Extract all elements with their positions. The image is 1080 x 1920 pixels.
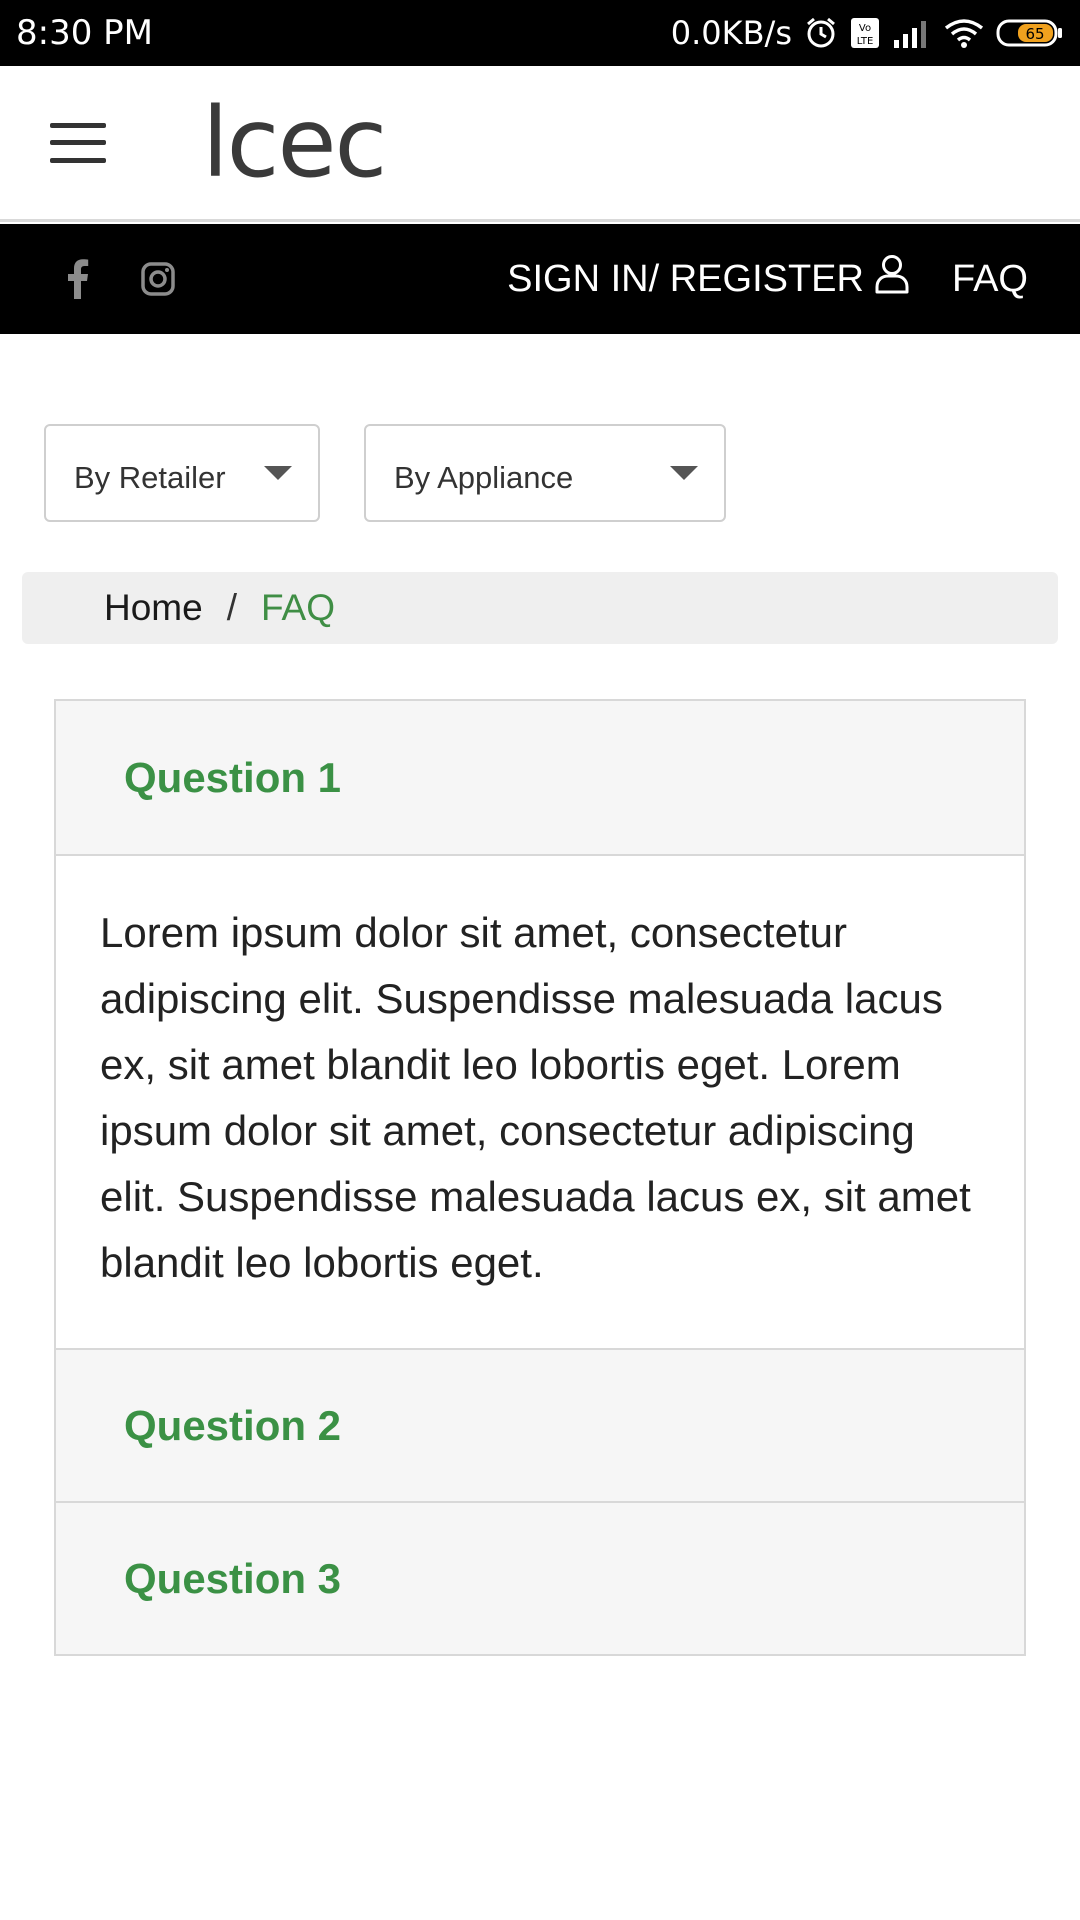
volte-icon: Vo LTE — [850, 17, 880, 49]
network-speed: 0.0KB/s — [670, 14, 792, 52]
chevron-down-icon — [670, 466, 698, 480]
status-time: 8:30 PM — [16, 13, 153, 53]
faq-question-1-header[interactable]: Question 1 — [56, 701, 1024, 854]
faq-nav-link[interactable]: FAQ — [952, 258, 1028, 301]
filter-bar: By Retailer By Appliance — [44, 424, 726, 522]
app-header: lcec — [0, 66, 1080, 222]
faq-accordion: Question 1 Lorem ipsum dolor sit amet, c… — [54, 699, 1026, 1656]
signal-icon — [892, 18, 932, 48]
social-links — [60, 259, 176, 299]
breadcrumb-current: FAQ — [260, 587, 336, 628]
alarm-icon — [804, 16, 838, 50]
wifi-icon — [944, 18, 984, 48]
nav-right: SIGN IN/ REGISTER FAQ — [507, 254, 1028, 304]
status-icons: 0.0KB/s Vo LTE 65 — [671, 14, 1064, 52]
svg-text:LTE: LTE — [857, 36, 874, 47]
svg-text:Vo: Vo — [859, 23, 871, 34]
retailer-select[interactable]: By Retailer — [44, 424, 320, 522]
breadcrumb-separator: / — [226, 587, 237, 628]
battery-icon: 65 — [996, 18, 1064, 48]
status-bar: 8:30 PM 0.0KB/s Vo LTE 65 — [0, 0, 1080, 66]
faq-question-3-header[interactable]: Question 3 — [56, 1501, 1024, 1654]
retailer-select-value: By Retailer — [74, 460, 226, 495]
breadcrumb: Home / FAQ — [22, 572, 1058, 644]
facebook-icon[interactable] — [60, 259, 96, 299]
faq-question-title: Question 3 — [124, 1554, 342, 1602]
instagram-icon[interactable] — [140, 259, 176, 299]
battery-level: 65 — [1025, 25, 1044, 43]
sign-in-register-link[interactable]: SIGN IN/ REGISTER — [507, 254, 910, 304]
appliance-select[interactable]: By Appliance — [364, 424, 726, 522]
faq-question-2-header[interactable]: Question 2 — [56, 1348, 1024, 1501]
top-nav: SIGN IN/ REGISTER FAQ — [0, 224, 1080, 334]
faq-question-title: Question 2 — [124, 1401, 342, 1449]
breadcrumb-home-link[interactable]: Home — [104, 587, 203, 629]
user-icon — [874, 254, 910, 304]
appliance-select-value: By Appliance — [394, 460, 574, 495]
chevron-down-icon — [264, 466, 292, 480]
sign-in-label: SIGN IN/ REGISTER — [507, 257, 864, 300]
hamburger-menu-icon[interactable] — [50, 122, 106, 163]
faq-answer-1: Lorem ipsum dolor sit amet, consectetur … — [56, 854, 1024, 1348]
site-logo[interactable]: lcec — [202, 87, 387, 199]
faq-question-title: Question 1 — [124, 753, 342, 801]
